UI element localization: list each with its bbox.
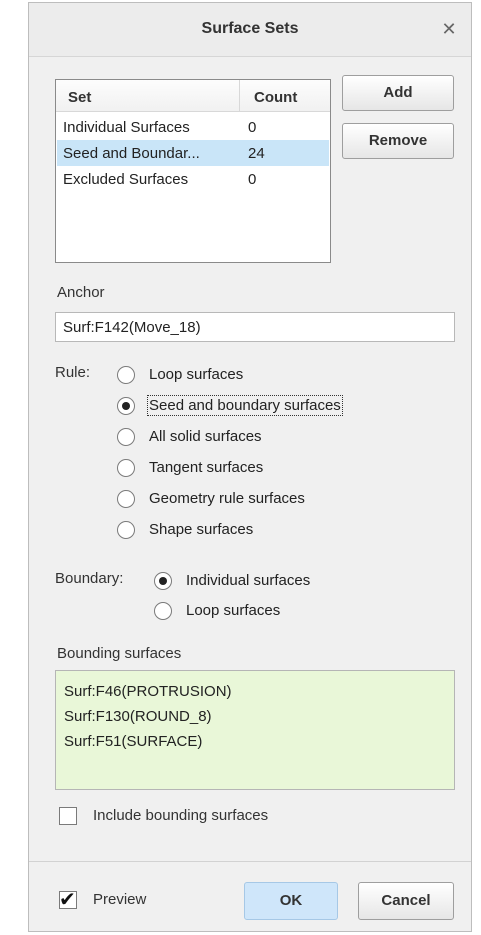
set-count: 24 <box>248 145 265 162</box>
set-count: 0 <box>248 119 257 136</box>
radio-button[interactable] <box>117 459 135 477</box>
radio-label: Shape surfaces <box>149 521 254 538</box>
radio-label: Loop surfaces <box>149 366 244 383</box>
cancel-button[interactable]: Cancel <box>358 882 454 920</box>
preview-checkbox[interactable] <box>59 887 77 912</box>
radio-button[interactable] <box>154 572 172 590</box>
radio-button[interactable] <box>117 397 135 415</box>
radio-label: Geometry rule surfaces <box>149 490 305 507</box>
column-divider <box>239 80 240 111</box>
set-name: Excluded Surfaces <box>63 171 189 188</box>
radio-button[interactable] <box>117 521 135 539</box>
include-bounding-checkbox[interactable] <box>59 807 77 825</box>
title-bar: Surface Sets ✕ <box>29 3 471 57</box>
radio-label: Loop surfaces <box>186 602 281 619</box>
bounding-surfaces-list[interactable]: Surf:F46(PROTRUSION) Surf:F130(ROUND_8) … <box>55 670 455 790</box>
boundary-label: Boundary: <box>55 570 124 587</box>
set-row-excluded-surfaces[interactable]: Excluded Surfaces 0 <box>57 166 329 192</box>
bounding-surfaces-label: Bounding surfaces <box>57 645 182 662</box>
column-header-set[interactable]: Set <box>68 89 91 106</box>
radio-button[interactable] <box>117 428 135 446</box>
set-name: Seed and Boundar... <box>63 145 200 162</box>
include-bounding-label: Include bounding surfaces <box>93 807 269 824</box>
rule-label: Rule: <box>55 364 91 381</box>
preview-label: Preview <box>93 891 147 908</box>
anchor-field[interactable]: Surf:F142(Move_18) <box>55 312 455 342</box>
list-item[interactable]: Surf:F46(PROTRUSION) <box>64 683 232 700</box>
set-count: 0 <box>248 171 257 188</box>
radio-label: Seed and boundary surfaces <box>147 395 343 416</box>
list-item[interactable]: Surf:F51(SURFACE) <box>64 733 202 750</box>
radio-button[interactable] <box>154 602 172 620</box>
radio-button[interactable] <box>117 490 135 508</box>
anchor-value: Surf:F142(Move_18) <box>63 319 201 336</box>
close-icon[interactable]: ✕ <box>437 17 461 41</box>
radio-button[interactable] <box>117 366 135 384</box>
set-row-individual-surfaces[interactable]: Individual Surfaces 0 <box>57 114 329 140</box>
footer-divider <box>29 861 471 862</box>
set-table: Set Count Individual Surfaces 0 Seed and… <box>55 79 331 263</box>
dialog-title: Surface Sets <box>201 20 299 37</box>
radio-label: All solid surfaces <box>149 428 262 445</box>
remove-button[interactable]: Remove <box>342 123 454 159</box>
radio-label: Tangent surfaces <box>149 459 264 476</box>
set-table-header: Set Count <box>56 80 330 112</box>
anchor-label: Anchor <box>57 284 105 301</box>
add-button[interactable]: Add <box>342 75 454 111</box>
ok-button[interactable]: OK <box>244 882 338 920</box>
list-item[interactable]: Surf:F130(ROUND_8) <box>64 708 212 725</box>
set-row-seed-and-boundary[interactable]: Seed and Boundar... 24 <box>57 140 329 166</box>
set-name: Individual Surfaces <box>63 119 190 136</box>
column-header-count[interactable]: Count <box>254 89 297 106</box>
radio-label: Individual surfaces <box>186 572 311 589</box>
surface-sets-dialog: Surface Sets ✕ Set Count Individual Surf… <box>28 2 472 932</box>
